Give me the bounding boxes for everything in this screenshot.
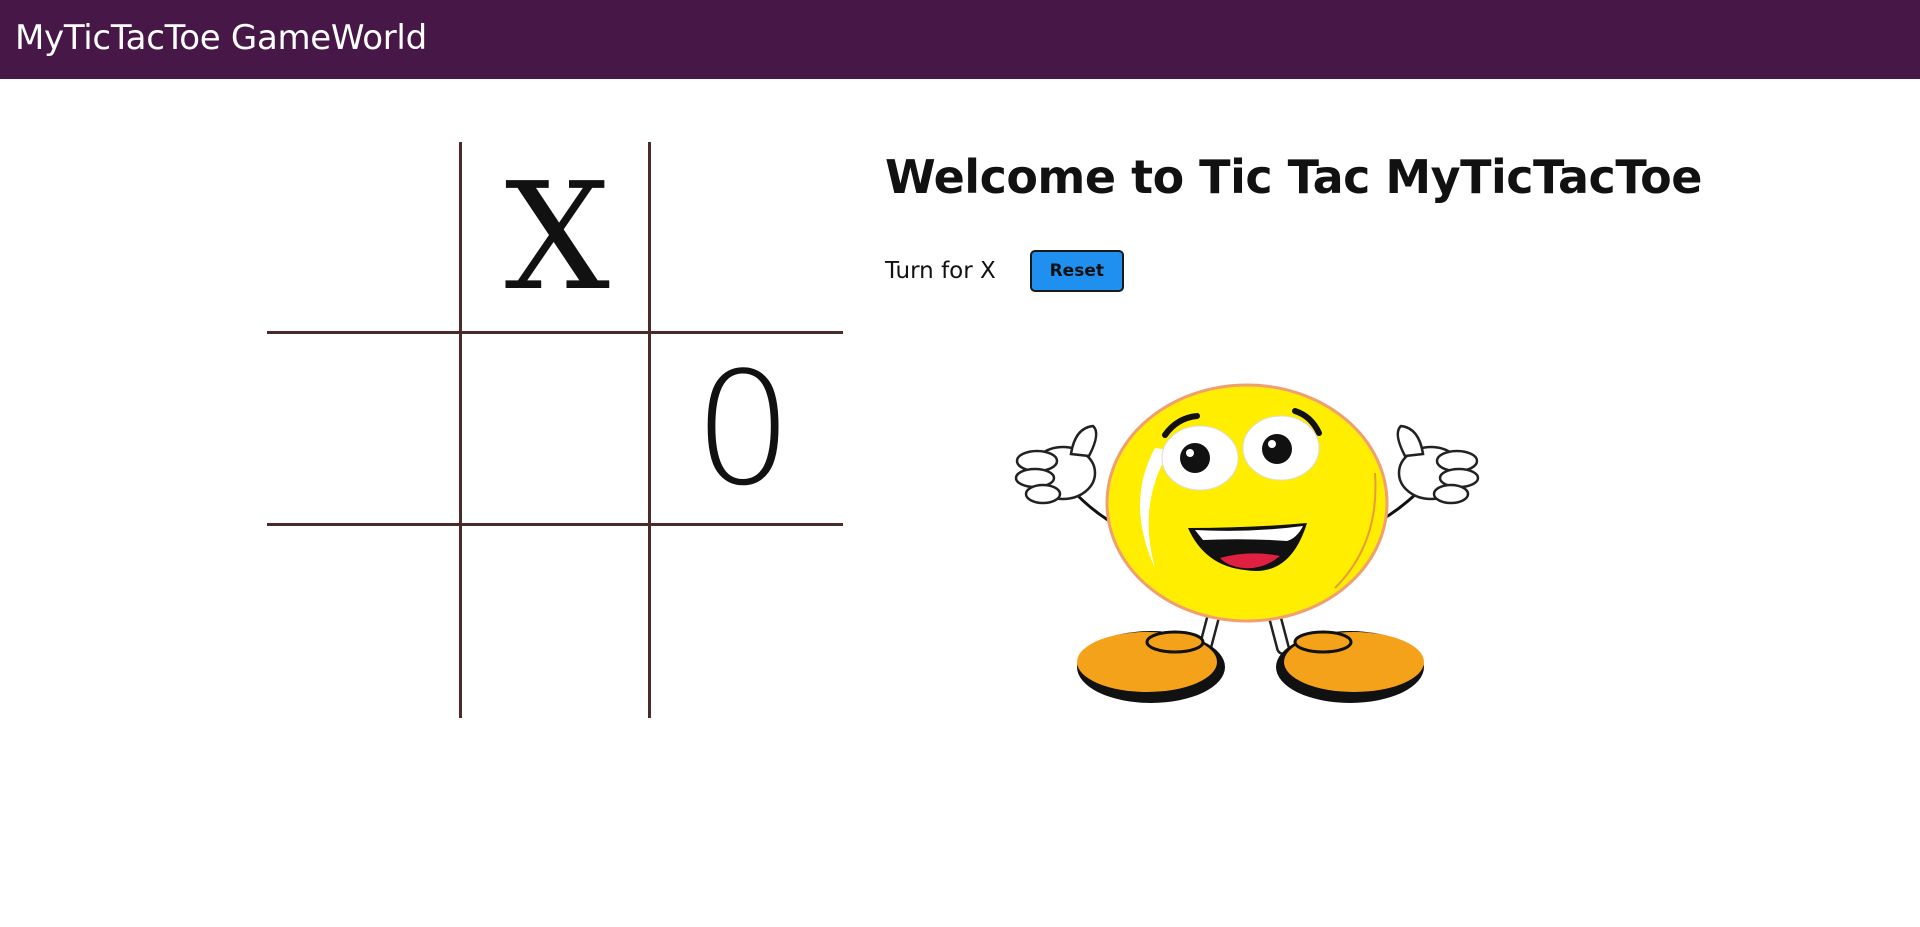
cell-mark: X — [504, 150, 610, 323]
tic-tac-toe-board: X 0 — [267, 142, 843, 718]
board-cell-1[interactable]: X — [459, 142, 651, 334]
board-cell-6[interactable] — [267, 526, 459, 718]
turn-indicator: Turn for X — [885, 258, 996, 284]
board-cell-0[interactable] — [267, 142, 459, 334]
info-panel: Welcome to Tic Tac MyTicTacToe Turn for … — [885, 150, 1885, 292]
board-cell-5[interactable]: 0 — [651, 334, 843, 526]
cell-mark: 0 — [693, 337, 793, 520]
board-cell-2[interactable] — [651, 142, 843, 334]
brand-title[interactable]: MyTicTacToe GameWorld — [15, 18, 427, 58]
board-cell-7[interactable] — [459, 526, 651, 718]
smiley-mascot-icon — [1014, 383, 1480, 703]
reset-button[interactable]: Reset — [1029, 250, 1124, 292]
turn-row: Turn for X Reset — [885, 250, 1124, 292]
board-cell-8[interactable] — [651, 526, 843, 718]
navbar: MyTicTacToe GameWorld — [0, 0, 1920, 79]
board-cell-3[interactable] — [267, 334, 459, 526]
welcome-heading: Welcome to Tic Tac MyTicTacToe — [885, 150, 1702, 204]
board-cell-4[interactable] — [459, 334, 651, 526]
